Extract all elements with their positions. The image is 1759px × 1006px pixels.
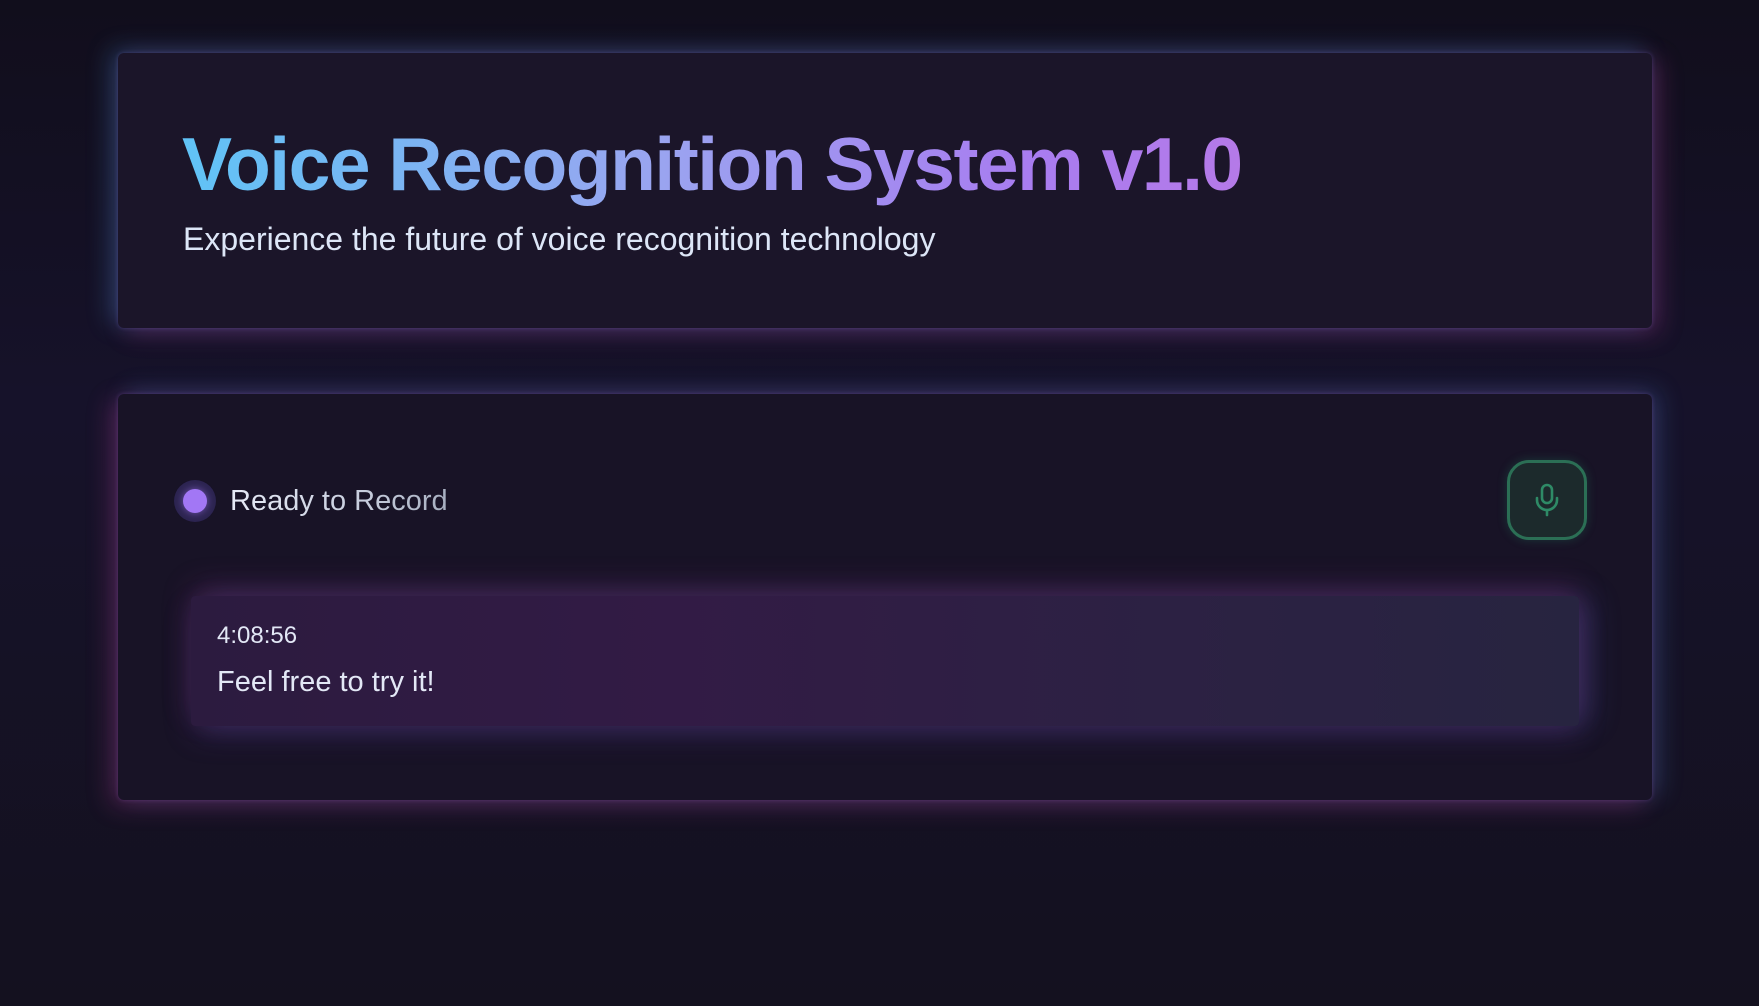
- record-button[interactable]: [1507, 460, 1587, 540]
- header-card: Voice Recognition System v1.0 Experience…: [118, 53, 1652, 328]
- page-title: Voice Recognition System v1.0: [182, 122, 1243, 206]
- status-dot-icon: [174, 480, 216, 522]
- recorder-card: Ready to Record 4:08:56 Feel free to try…: [118, 394, 1652, 800]
- microphone-icon: [1535, 483, 1559, 517]
- transcript-timestamp: 4:08:56: [217, 622, 298, 649]
- page-subtitle: Experience the future of voice recogniti…: [183, 221, 936, 257]
- transcript-text: Feel free to try it!: [217, 666, 435, 698]
- transcript-entry: 4:08:56 Feel free to try it!: [191, 596, 1579, 726]
- status-indicator: Ready to Record: [174, 480, 448, 522]
- status-dot: [183, 489, 207, 513]
- status-text: Ready to Record: [230, 484, 448, 517]
